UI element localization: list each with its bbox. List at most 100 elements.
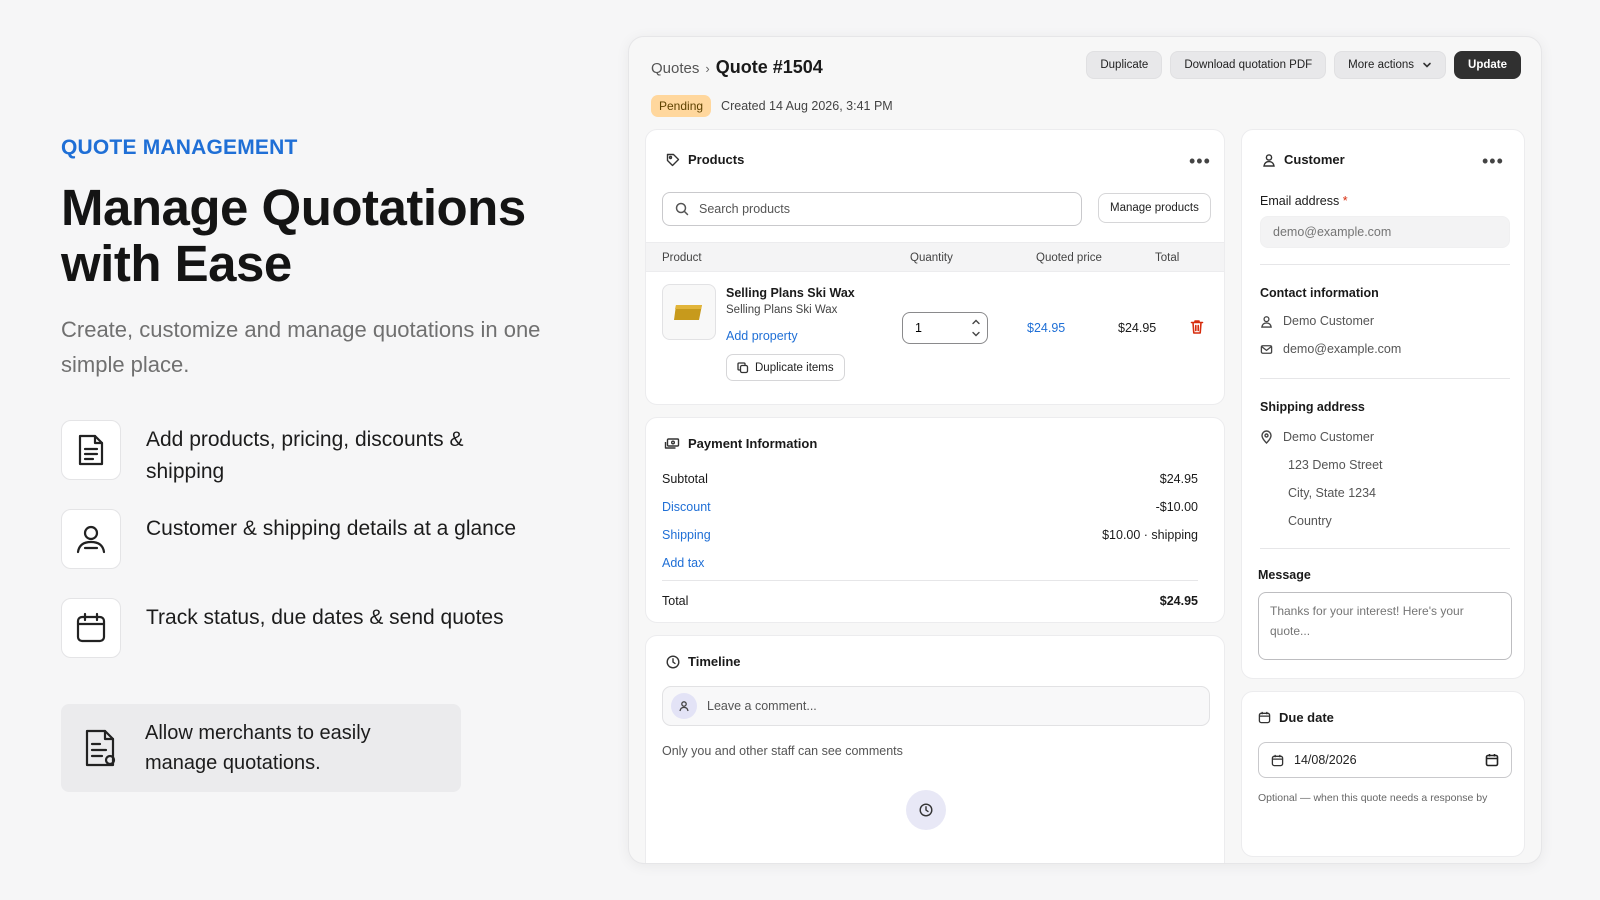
- user-icon: [1263, 153, 1275, 167]
- products-title: Products: [666, 152, 744, 167]
- email-field[interactable]: [1260, 216, 1510, 248]
- feature-item-products: Add products, pricing, discounts & shipp…: [61, 420, 541, 483]
- download-pdf-button[interactable]: Download quotation PDF: [1170, 51, 1327, 79]
- shipping-name: Demo Customer: [1283, 430, 1374, 444]
- status-row: Pending Created 14 Aug 2026, 3:41 PM: [651, 95, 893, 117]
- comment-visibility-note: Only you and other staff can see comment…: [662, 744, 903, 758]
- contact-name-row: Demo Customer: [1260, 314, 1374, 328]
- payment-title: Payment Information: [664, 436, 817, 451]
- document-icon: [61, 420, 121, 480]
- feature-item-customer: Customer & shipping details at a glance: [61, 509, 541, 571]
- discount-value: -$10.00: [1155, 500, 1198, 514]
- shipping-country: Country: [1288, 514, 1332, 528]
- more-actions-button[interactable]: More actions: [1334, 51, 1447, 79]
- feature-text: Customer & shipping details at a glance: [146, 517, 517, 540]
- duplicate-items-button[interactable]: Duplicate items: [726, 354, 845, 381]
- quote-document-icon: [81, 728, 121, 768]
- stepper-arrows: [971, 317, 981, 339]
- customer-title-label: Customer: [1284, 152, 1345, 167]
- add-property-link[interactable]: Add property: [726, 329, 798, 343]
- eyebrow-label: QUOTE MANAGEMENT: [61, 136, 298, 159]
- avatar: [671, 693, 697, 719]
- shipping-city: City, State 1234: [1288, 486, 1377, 500]
- email-label: Email address *: [1260, 194, 1348, 208]
- copy-icon: [737, 361, 749, 373]
- status-badge: Pending: [651, 95, 712, 117]
- shipping-street: 123 Demo Street: [1288, 458, 1383, 472]
- more-actions-label: More actions: [1348, 59, 1415, 71]
- products-menu-icon[interactable]: •••: [1189, 152, 1211, 170]
- divider: [662, 580, 1198, 581]
- breadcrumb-quotes-link[interactable]: Quotes: [651, 60, 699, 77]
- total-value: $24.95: [1159, 594, 1198, 608]
- clock-icon: [906, 790, 946, 830]
- chevron-up-icon[interactable]: [971, 317, 981, 327]
- due-date-value[interactable]: 14/08/2026: [1294, 753, 1475, 767]
- user-icon: [1261, 315, 1272, 328]
- subheadline: Create, customize and manage quotations …: [61, 317, 541, 377]
- comment-box[interactable]: [662, 686, 1210, 726]
- trash-icon[interactable]: [1190, 319, 1204, 335]
- user-icon: [61, 509, 121, 569]
- duplicate-items-label: Duplicate items: [755, 361, 834, 374]
- manage-products-button[interactable]: Manage products: [1098, 193, 1211, 223]
- comment-input[interactable]: [707, 699, 1201, 713]
- headline: Manage Quotations with Ease: [61, 179, 526, 292]
- subtotal-value: $24.95: [1159, 472, 1198, 486]
- contact-info-title: Contact information: [1260, 286, 1379, 300]
- timeline-title: Timeline: [666, 654, 741, 669]
- created-timestamp: Created 14 Aug 2026, 3:41 PM: [721, 99, 893, 113]
- message-label: Message: [1258, 568, 1311, 582]
- breadcrumb-separator: ›: [705, 61, 710, 76]
- contact-name: Demo Customer: [1283, 314, 1374, 328]
- cash-icon: [664, 437, 680, 449]
- quantity-input[interactable]: [915, 321, 955, 335]
- callout-box: Allow merchants to easily manage quotati…: [61, 704, 461, 792]
- duplicate-button[interactable]: Duplicate: [1086, 51, 1163, 79]
- contact-email[interactable]: demo@example.com: [1283, 342, 1401, 356]
- feature-text: Track status, due dates & send quotes: [146, 606, 504, 629]
- customer-title: Customer: [1262, 152, 1345, 167]
- quantity-stepper[interactable]: [902, 312, 988, 344]
- payment-title-label: Payment Information: [688, 436, 818, 451]
- due-date-hint: Optional — when this quote needs a respo…: [1258, 792, 1488, 804]
- due-date-title: Due date: [1258, 710, 1334, 725]
- location-pin-icon: [1261, 430, 1272, 444]
- product-name[interactable]: Selling Plans Ski Wax: [726, 286, 855, 300]
- mail-icon: [1260, 344, 1273, 354]
- chevron-down-icon[interactable]: [971, 329, 981, 339]
- search-icon: [675, 202, 689, 216]
- products-title-label: Products: [688, 152, 745, 167]
- message-textarea[interactable]: [1258, 592, 1512, 660]
- shipping-address-title: Shipping address: [1260, 400, 1365, 414]
- line-total: $24.95: [1118, 321, 1157, 335]
- due-date-field[interactable]: 14/08/2026: [1258, 742, 1512, 778]
- quote-detail-window: Quotes › Quote #1504 Duplicate Download …: [628, 36, 1542, 864]
- required-mark: *: [1342, 194, 1348, 208]
- chevron-down-icon: [1423, 62, 1431, 68]
- shipping-link[interactable]: Shipping: [662, 528, 711, 542]
- payment-card: Payment Information Subtotal $24.95 Disc…: [645, 417, 1225, 623]
- calendar-icon: [1258, 711, 1271, 724]
- page-title: Quote #1504: [715, 57, 823, 77]
- column-header-product: Product: [662, 252, 702, 264]
- clock-icon: [666, 654, 680, 669]
- product-search-input[interactable]: [699, 202, 1069, 216]
- calendar-icon: [61, 598, 121, 658]
- calendar-picker-icon[interactable]: [1485, 753, 1499, 767]
- products-card: Products ••• Manage products Product Qua…: [645, 129, 1225, 405]
- product-variant: Selling Plans Ski Wax: [726, 304, 838, 316]
- tag-icon: [666, 153, 680, 166]
- header-actions: Duplicate Download quotation PDF More ac…: [1086, 51, 1521, 79]
- quoted-price[interactable]: $24.95: [1027, 321, 1065, 335]
- shipping-name-row: Demo Customer: [1260, 430, 1374, 444]
- customer-menu-icon[interactable]: •••: [1482, 152, 1504, 170]
- discount-link[interactable]: Discount: [662, 500, 711, 514]
- user-icon: [679, 701, 689, 712]
- divider: [1260, 548, 1510, 549]
- update-button[interactable]: Update: [1454, 51, 1521, 79]
- add-tax-link[interactable]: Add tax: [662, 556, 704, 570]
- ski-wax-image: [674, 305, 702, 320]
- timeline-card: Timeline Only you and other staff can se…: [645, 635, 1225, 863]
- product-search-field[interactable]: [662, 192, 1082, 226]
